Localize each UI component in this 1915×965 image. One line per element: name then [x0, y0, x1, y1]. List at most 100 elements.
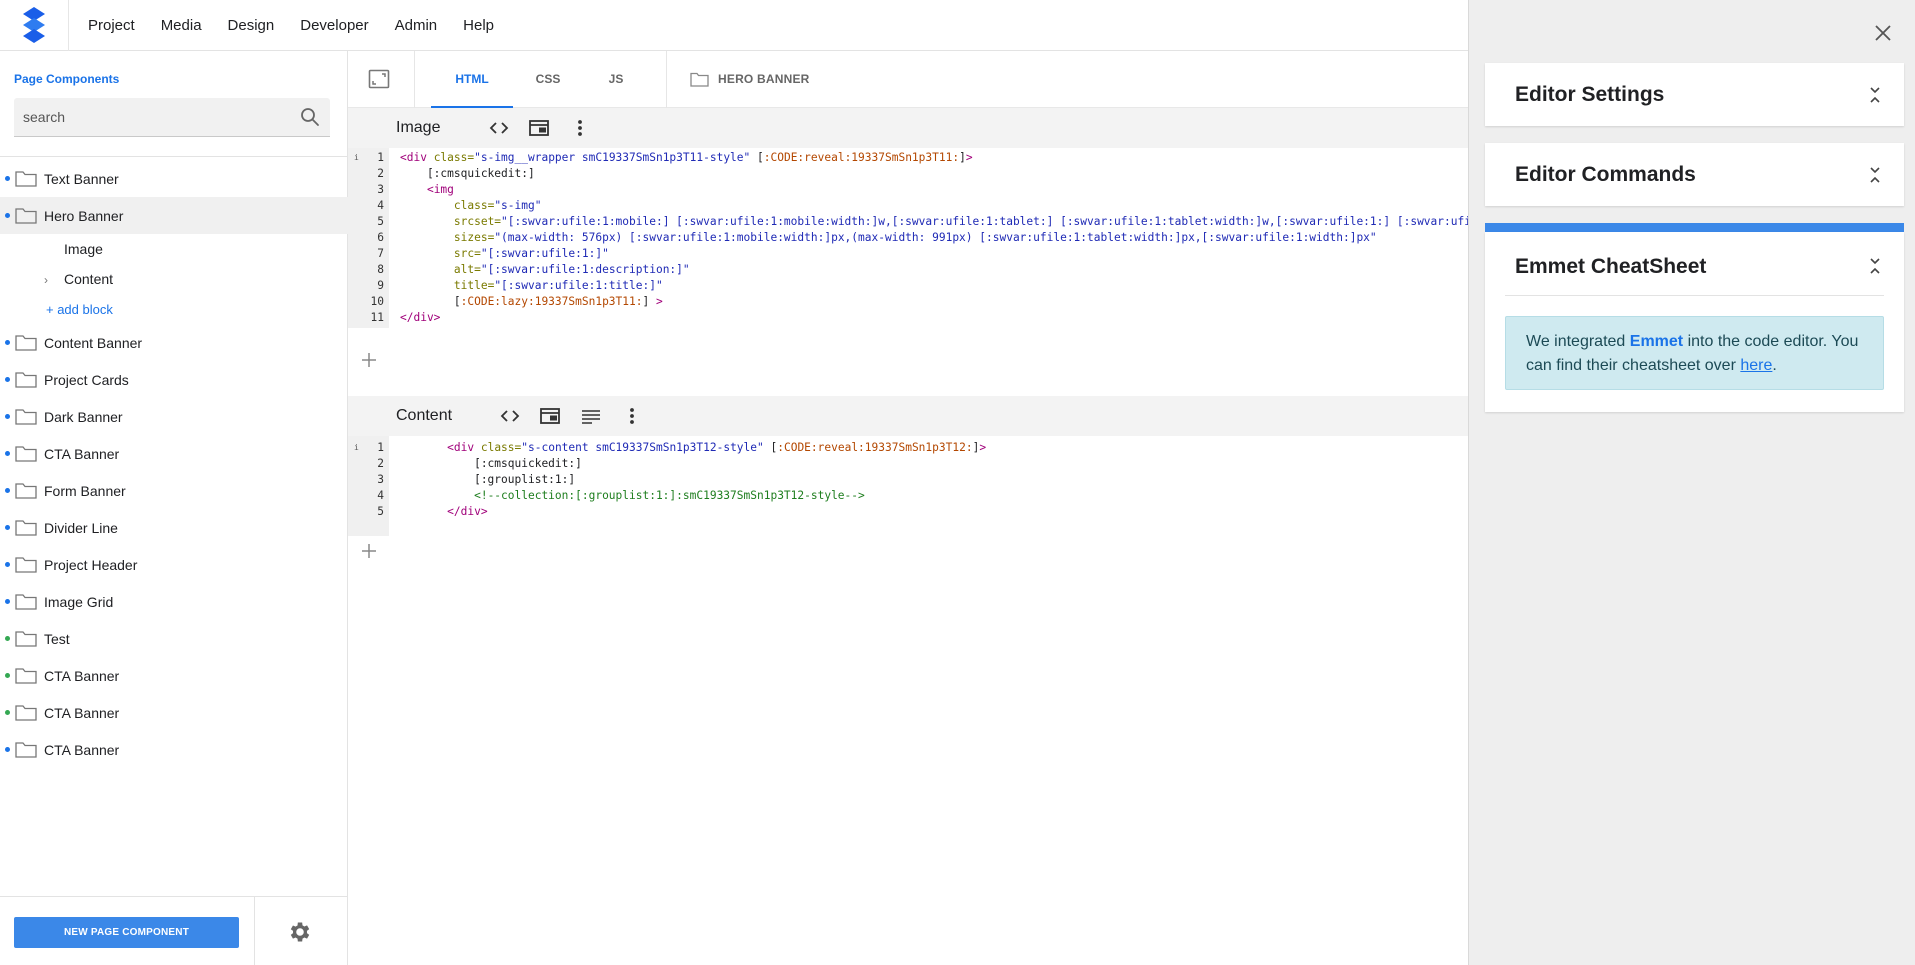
code-line[interactable]: 1 i <div class="s-img__wrapper smC19337SmS… — [348, 150, 1468, 166]
more-vert-icon[interactable] — [621, 406, 643, 426]
sidebar-item[interactable]: Divider Line — [0, 509, 348, 546]
add-block-icon[interactable] — [360, 542, 378, 560]
search-icon[interactable] — [300, 107, 320, 127]
chevron-right-icon[interactable]: › — [44, 273, 48, 287]
tabs-divider — [414, 51, 415, 108]
sidebar-item[interactable]: Project Header — [0, 546, 348, 583]
info-marker-icon[interactable]: i — [354, 150, 359, 166]
code-line[interactable]: 5 srcset="[:swvar:ufile:1:mobile:] [:swv… — [348, 214, 1468, 230]
code-line[interactable]: 11 </div> — [348, 310, 1468, 326]
emmet-info-alert: We integrated Emmet into the code editor… — [1505, 316, 1884, 390]
list-icon[interactable] — [580, 406, 602, 426]
tab-js[interactable]: JS — [583, 51, 649, 108]
sidebar-item[interactable]: CTA Banner — [0, 435, 348, 472]
footer-divider — [254, 897, 255, 965]
tab-css[interactable]: CSS — [513, 51, 583, 108]
add-block-label[interactable]: + add block — [46, 302, 113, 317]
line-number: 6 — [377, 231, 384, 244]
sidebar-item[interactable]: CTA Banner — [0, 694, 348, 731]
menu-project[interactable]: Project — [88, 17, 135, 34]
code-line[interactable]: 2 [:cmsquickedit:] — [348, 456, 1468, 472]
editor-side-panel: Editor Settings Editor Commands Emmet Ch… — [1468, 0, 1915, 965]
sidebar-subitem[interactable]: › Content — [0, 264, 348, 294]
sidebar-item[interactable]: Text Banner — [0, 160, 348, 197]
app-logo[interactable] — [18, 6, 50, 44]
add-block-icon[interactable] — [360, 351, 378, 369]
code-line[interactable]: 8 alt="[:swvar:ufile:1:description:]" — [348, 262, 1468, 278]
preview-icon[interactable] — [528, 118, 550, 138]
component-name: HERO BANNER — [718, 72, 810, 86]
sidebar-item[interactable]: Image Grid — [0, 583, 348, 620]
code-line[interactable]: 1i <div class="s-content smC19337SmSn1p3… — [348, 440, 1468, 456]
code-line[interactable]: 10 [:CODE:lazy:19337SmSn1p3T11:] > — [348, 294, 1468, 310]
chevron-expand-icon[interactable] — [1868, 84, 1882, 106]
new-page-component-button[interactable]: NEW PAGE COMPONENT — [14, 917, 239, 948]
menu-help[interactable]: Help — [463, 17, 494, 34]
line-number: 9 — [377, 279, 384, 292]
editor-commands-card[interactable]: Editor Commands — [1485, 143, 1904, 206]
code-editor-content[interactable]: 1i <div class="s-content smC19337SmSn1p3… — [348, 436, 1468, 536]
tab-html[interactable]: HTML — [431, 51, 513, 108]
info-text: We integrated — [1526, 333, 1630, 350]
code-editor-image[interactable]: 1 i <div class="s-img__wrapper smC19337SmS… — [348, 148, 1468, 328]
search-input[interactable] — [23, 98, 293, 136]
line-number: 8 — [377, 263, 384, 276]
code-icon[interactable] — [488, 118, 510, 138]
sidebar-item-label: Test — [44, 630, 70, 647]
folder-icon — [15, 372, 37, 388]
code-line[interactable]: 4 <!--collection:[:grouplist:1:]:smC1933… — [348, 488, 1468, 504]
fullscreen-icon[interactable] — [368, 68, 390, 90]
close-icon[interactable] — [1872, 22, 1894, 44]
code-line[interactable]: 3 <img — [348, 182, 1468, 198]
menu-design[interactable]: Design — [228, 17, 275, 34]
menu-developer[interactable]: Developer — [300, 17, 368, 34]
sidebar-item-label: Form Banner — [44, 482, 126, 499]
sidebar-item[interactable]: Test — [0, 620, 348, 657]
card-title: Emmet CheatSheet — [1515, 255, 1707, 278]
line-number: 4 — [377, 489, 384, 502]
folder-icon — [690, 72, 709, 87]
code-line[interactable]: 7 src="[:swvar:ufile:1:]" — [348, 246, 1468, 262]
folder-icon — [15, 483, 37, 499]
cheatsheet-link[interactable]: here — [1740, 357, 1772, 374]
sidebar-item[interactable]: Project Cards — [0, 361, 348, 398]
info-marker-icon[interactable]: i — [354, 440, 359, 456]
card-title: Editor Settings — [1515, 83, 1665, 106]
code-line[interactable]: 5 </div> — [348, 504, 1468, 520]
sidebar-item-label: Text Banner — [44, 170, 119, 187]
gear-icon[interactable] — [287, 919, 313, 945]
code-text: </div> — [400, 311, 441, 324]
code-text: src="[:swvar:ufile:1:]" — [453, 247, 609, 260]
preview-icon[interactable] — [539, 406, 561, 426]
more-vert-icon[interactable] — [569, 118, 591, 138]
folder-icon — [15, 594, 37, 610]
chevron-expand-icon[interactable] — [1868, 164, 1882, 186]
status-dot — [5, 414, 10, 419]
sidebar-item[interactable]: Content Banner — [0, 324, 348, 361]
menu-media[interactable]: Media — [161, 17, 202, 34]
sidebar-item-label: CTA Banner — [44, 741, 120, 758]
code-line[interactable]: 4 class="s-img" — [348, 198, 1468, 214]
sidebar-item[interactable]: Hero Banner — [0, 197, 348, 234]
add-block-link[interactable]: + add block — [0, 294, 348, 324]
code-line[interactable]: 9 title="[:swvar:ufile:1:title:]" — [348, 278, 1468, 294]
code-line[interactable]: 2 [:cmsquickedit:] — [348, 166, 1468, 182]
sidebar-item[interactable]: CTA Banner — [0, 657, 348, 694]
code-icon[interactable] — [499, 406, 521, 426]
editor-settings-card[interactable]: Editor Settings — [1485, 63, 1904, 126]
menu-admin[interactable]: Admin — [395, 17, 438, 34]
code-text: </div> — [447, 505, 488, 518]
sidebar-item[interactable]: Form Banner — [0, 472, 348, 509]
code-line[interactable]: 3 [:grouplist:1:] — [348, 472, 1468, 488]
sidebar-item[interactable]: Dark Banner — [0, 398, 348, 435]
chevron-collapse-icon[interactable] — [1868, 255, 1882, 277]
logo-divider — [68, 0, 69, 51]
editor-tabs-bar: HTML CSS JS HERO BANNER — [348, 51, 1468, 108]
line-number: 10 — [370, 295, 384, 308]
sidebar-item-label: Divider Line — [44, 519, 118, 536]
sidebar-subitem[interactable]: Image — [0, 234, 348, 264]
code-line[interactable]: 6 sizes="(max-width: 576px) [:swvar:ufil… — [348, 230, 1468, 246]
status-dot — [5, 710, 10, 715]
card-divider — [1505, 295, 1884, 296]
sidebar-item[interactable]: CTA Banner — [0, 731, 348, 768]
